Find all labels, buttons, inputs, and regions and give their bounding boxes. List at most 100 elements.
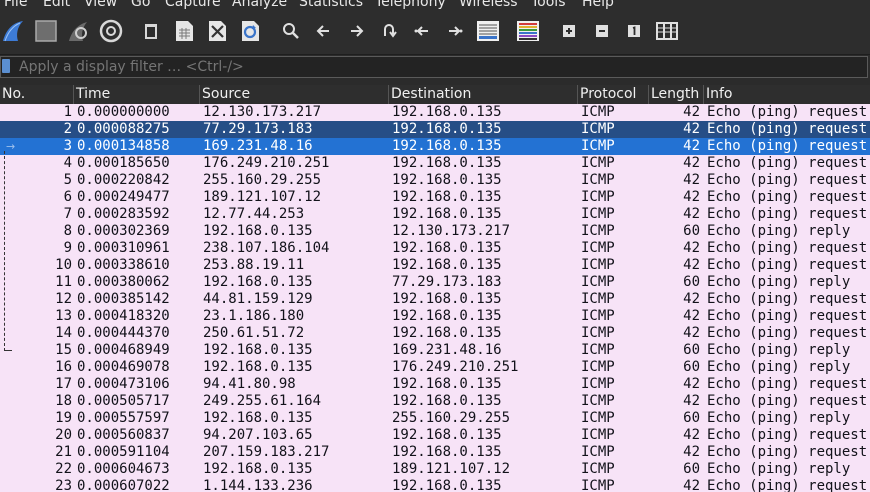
column-header-no[interactable]: No. [0, 85, 72, 104]
close-file-icon[interactable] [204, 18, 230, 44]
menu-wireless[interactable]: Wireless [459, 0, 518, 10]
packet-row[interactable]: 15 0.000468949 192.168.0.135 169.231.48.16 I… [0, 342, 870, 359]
find-packet-icon[interactable] [278, 18, 304, 44]
packet-row[interactable]: 14 0.000444370 250.61.51.72 192.168.0.135 IC… [0, 325, 870, 342]
cell-length: 60 [683, 461, 700, 477]
filter-bookmark-icon[interactable] [2, 59, 10, 73]
restart-capture-icon[interactable] [65, 18, 91, 44]
packet-row[interactable]: 10 0.000338610 253.88.19.11 192.168.0.135 IC… [0, 257, 870, 274]
cell-protocol: ICMP [581, 427, 615, 443]
packet-row[interactable]: 21 0.000591104 207.159.183.217 192.168.0.13… [0, 444, 870, 461]
menu-edit[interactable]: Edit [43, 0, 70, 10]
column-header-protocol[interactable]: Protocol [577, 85, 648, 104]
packet-row[interactable]: 19 0.000557597 192.168.0.135 255.160.29.255… [0, 410, 870, 427]
first-packet-icon[interactable] [409, 18, 435, 44]
cell-source: 192.168.0.135 [203, 359, 313, 375]
packet-list: 1 0.000000000 12.130.173.217 192.168.0.135 I… [0, 104, 870, 492]
go-to-packet-icon[interactable] [376, 18, 402, 44]
column-header-info[interactable]: Info [703, 85, 870, 104]
cell-source: 44.81.159.129 [203, 291, 313, 307]
cell-destination: 176.249.210.251 [392, 359, 519, 375]
cell-source: 255.160.29.255 [203, 172, 322, 188]
go-back-icon[interactable] [311, 18, 337, 44]
column-header-length[interactable]: Length [648, 85, 703, 104]
menu-capture[interactable]: Capture [165, 0, 221, 10]
menu-analyze[interactable]: Analyze [232, 0, 287, 10]
packet-row[interactable]: 12 0.000385142 44.81.159.129 192.168.0.135 I… [0, 291, 870, 308]
cell-protocol: ICMP [581, 189, 615, 205]
reload-file-icon[interactable] [237, 18, 263, 44]
cell-info: Echo (ping) reply [707, 359, 851, 375]
menu-telephony[interactable]: Telephony [375, 0, 446, 10]
auto-scroll-icon[interactable] [475, 18, 501, 44]
save-file-icon[interactable] [171, 18, 197, 44]
packet-row[interactable]: 9 0.000310961 238.107.186.104 192.168.0.135… [0, 240, 870, 257]
packet-row[interactable]: 20 0.000560837 94.207.103.65 192.168.0.135 I… [0, 427, 870, 444]
packet-row[interactable]: 13 0.000418320 23.1.186.180 192.168.0.135 IC… [0, 308, 870, 325]
cell-destination: 192.168.0.135 [392, 325, 502, 341]
packet-row[interactable]: 8 0.000302369 192.168.0.135 12.130.173.217 I… [0, 223, 870, 240]
cell-length: 42 [683, 138, 700, 154]
cell-protocol: ICMP [581, 325, 615, 341]
packet-row[interactable]: 6 0.000249477 189.121.107.12 192.168.0.135 I… [0, 189, 870, 206]
related-packet-arrow-icon: → [6, 140, 16, 153]
stop-capture-icon[interactable] [33, 18, 59, 44]
related-packet-indicator-end [4, 350, 12, 351]
cell-protocol: ICMP [581, 444, 615, 460]
cell-protocol: ICMP [581, 308, 615, 324]
packet-row[interactable]: 5 0.000220842 255.160.29.255 192.168.0.135 I… [0, 172, 870, 189]
packet-row[interactable]: 4 0.000185650 176.249.210.251 192.168.0.135… [0, 155, 870, 172]
packet-row[interactable]: 3 0.000134858 169.231.48.16 192.168.0.135 IC… [0, 138, 870, 155]
packet-row[interactable]: 22 0.000604673 192.168.0.135 189.121.107.12… [0, 461, 870, 478]
cell-length: 42 [683, 291, 700, 307]
packet-row[interactable]: 23 0.000607022 1.144.133.236 192.168.0.135 I… [0, 478, 870, 492]
last-packet-icon[interactable] [442, 18, 468, 44]
cell-destination: 192.168.0.135 [392, 189, 502, 205]
packet-row[interactable]: 16 0.000469078 192.168.0.135 176.249.210.25… [0, 359, 870, 376]
column-header-time[interactable]: Time [73, 85, 199, 104]
zoom-out-icon[interactable] [589, 18, 615, 44]
menu-view[interactable]: View [84, 0, 117, 10]
packet-row[interactable]: 18 0.000505717 249.255.61.164 192.168.0.135… [0, 393, 870, 410]
normal-size-icon[interactable] [621, 18, 647, 44]
column-header-source[interactable]: Source [199, 85, 388, 104]
menu-statistics[interactable]: Statistics [299, 0, 363, 10]
cell-info: Echo (ping) request [707, 206, 868, 222]
cell-destination: 192.168.0.135 [392, 308, 502, 324]
packet-row[interactable]: 1 0.000000000 12.130.173.217 192.168.0.135 I… [0, 104, 870, 121]
cell-time: 0.000385142 [77, 291, 170, 307]
cell-info: Echo (ping) reply [707, 461, 851, 477]
menu-file[interactable]: File [4, 0, 27, 10]
cell-no: 19 [55, 410, 72, 426]
zoom-in-icon[interactable] [556, 18, 582, 44]
cell-destination: 169.231.48.16 [392, 342, 502, 358]
cell-info: Echo (ping) request [707, 257, 868, 273]
cell-destination: 189.121.107.12 [392, 461, 511, 477]
packet-row[interactable]: 11 0.000380062 192.168.0.135 77.29.173.183 I… [0, 274, 870, 291]
menu-go[interactable]: Go [131, 0, 150, 10]
colorize-icon[interactable] [515, 18, 541, 44]
cell-info: Echo (ping) request [707, 325, 868, 341]
packet-row[interactable]: 17 0.000473106 94.41.80.98 192.168.0.135 ICM… [0, 376, 870, 393]
cell-time: 0.000134858 [77, 138, 170, 154]
cell-length: 42 [683, 121, 700, 137]
menu-tools[interactable]: Tools [531, 0, 566, 10]
open-file-icon[interactable] [138, 18, 164, 44]
packet-row[interactable]: 7 0.000283592 12.77.44.253 192.168.0.135 ICM… [0, 206, 870, 223]
menu-help[interactable]: Help [582, 0, 614, 10]
column-header-destination[interactable]: Destination [388, 85, 577, 104]
cell-source: 94.41.80.98 [203, 376, 296, 392]
display-filter-input[interactable] [0, 56, 868, 78]
go-forward-icon[interactable] [343, 18, 369, 44]
cell-length: 42 [683, 376, 700, 392]
cell-time: 0.000473106 [77, 376, 170, 392]
cell-info: Echo (ping) reply [707, 223, 851, 239]
cell-time: 0.000505717 [77, 393, 170, 409]
cell-time: 0.000607022 [77, 478, 170, 492]
cell-time: 0.000283592 [77, 206, 170, 222]
resize-columns-icon[interactable] [654, 18, 680, 44]
packet-row[interactable]: 2 0.000088275 77.29.173.183 192.168.0.135 IC… [0, 121, 870, 138]
capture-options-icon[interactable] [98, 18, 124, 44]
cell-length: 60 [683, 359, 700, 375]
shark-fin-start-icon[interactable] [0, 18, 26, 44]
